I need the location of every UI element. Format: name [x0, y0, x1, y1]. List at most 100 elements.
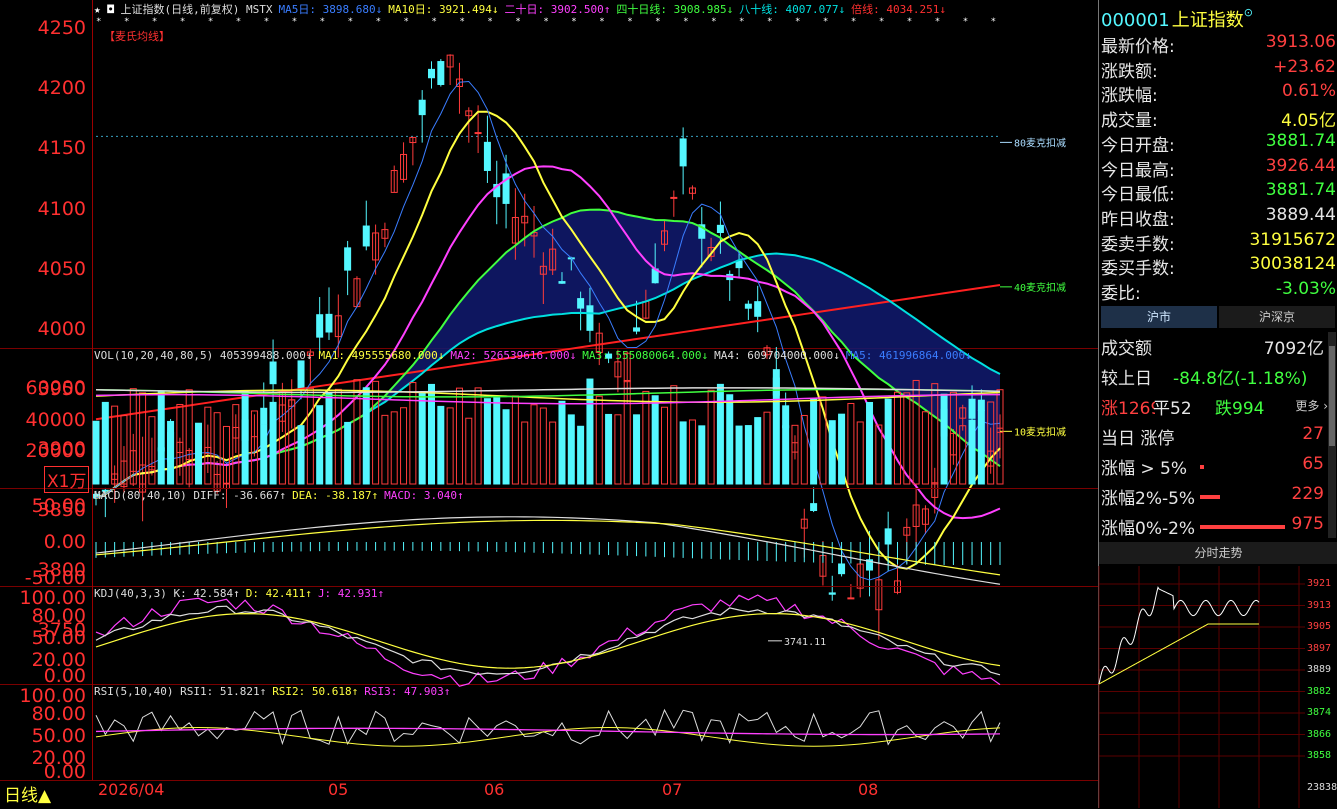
quote-label: 今日最低: [1101, 185, 1175, 206]
info-icon[interactable]: ⊙ [1244, 6, 1253, 19]
signal-star: * [320, 17, 325, 27]
advancers-count: 涨1269 [1101, 399, 1155, 419]
volume-bar [269, 401, 277, 485]
volume-bar [716, 383, 724, 485]
more-link[interactable]: 更多 › [1295, 397, 1328, 414]
volume-bar [334, 388, 342, 485]
volume-bar [437, 405, 445, 485]
candlestick-chart[interactable]: * * * * * * * * * * * * * * * * * * * * * * * * * * * * * * * * *3741.11… [0, 0, 1098, 648]
volume-bar [409, 382, 417, 485]
breadth-row: 涨幅2%-5% 229 [1099, 484, 1337, 512]
intraday-chart[interactable] [1098, 566, 1337, 808]
volume-bar [931, 383, 939, 485]
breadth-label: 涨幅 > 5% [1101, 459, 1188, 479]
month-label: 05 [328, 780, 349, 799]
quote-label: 最新价格: [1101, 37, 1175, 57]
volume-bar [288, 399, 296, 485]
volume-bar [744, 425, 752, 485]
volume-bar [698, 425, 706, 485]
kdj-j-line [95, 594, 1001, 687]
kdj-chart[interactable] [0, 586, 1098, 687]
signal-star: * [180, 17, 185, 27]
quote-row: 委买手数: 30038124 [1099, 254, 1337, 279]
scrollbar-thumb[interactable] [1329, 346, 1335, 446]
volume-bar [884, 398, 892, 485]
signal-star: * [879, 17, 884, 27]
volume-bar [297, 425, 305, 485]
macd-pane[interactable]: 50.00 0.00 -50.00 MACD(80,40,10) DIFF: -36… [0, 488, 1098, 589]
volume-bar [260, 424, 268, 485]
signal-star: * [543, 17, 548, 27]
volume-bar [977, 410, 985, 485]
volume-bar [605, 413, 613, 485]
candle-body [558, 281, 566, 284]
tab-sh-market[interactable]: 沪市 [1101, 306, 1217, 328]
volume-bar [782, 425, 790, 485]
volume-bar [940, 393, 948, 485]
quote-value: -3.03% [1275, 279, 1336, 299]
volume-bar [157, 390, 165, 485]
volume-bar [996, 389, 1004, 485]
kdj-k-line [95, 605, 1001, 676]
rsi-pane[interactable]: 100.00 80.00 50.00 20.00 0.00 RSI(5,10,40) R… [0, 684, 1098, 783]
intraday-chart-area[interactable]: 3921 3913 3905 3897 3889 3882 3874 3866 3858 2383… [1098, 566, 1337, 808]
quote-row: 成交量: 4.05亿 [1099, 106, 1337, 132]
volume-bar [949, 391, 957, 485]
volume-bar [362, 387, 370, 485]
volume-chart[interactable] [0, 348, 1098, 488]
x-axis-bar [0, 780, 1098, 809]
signal-star: * [963, 17, 968, 27]
volume-bar [511, 395, 519, 485]
intraday-title[interactable]: 分时走势 [1099, 542, 1337, 564]
breadth-value: 975 [1291, 514, 1324, 534]
scrollbar[interactable] [1328, 332, 1336, 538]
signal-star: * [739, 17, 744, 27]
rsi-chart[interactable] [0, 684, 1098, 780]
candle-body [716, 224, 724, 234]
quote-label: 涨跌幅: [1101, 86, 1158, 107]
volume-bar [502, 409, 510, 485]
intraday-volume-label: 23838 [1307, 782, 1337, 793]
quote-row: 涨跌幅: 0.61% [1099, 81, 1337, 107]
price-pane[interactable]: 4250 4200 4150 4100 4050 4000 3950 3900 3850 3800… [0, 0, 1098, 648]
volume-bar [921, 411, 929, 485]
turnover-value: 7092亿 [1263, 339, 1324, 359]
vol-ma4-line [95, 387, 1001, 394]
intraday-price-tick: 3866 [1307, 728, 1332, 740]
security-code: 000001 [1101, 10, 1170, 31]
quote-value: 4.05亿 [1281, 111, 1336, 132]
volume-bar [903, 392, 911, 485]
volume-bar [232, 404, 240, 485]
tab-sh-sz-bj[interactable]: 沪深京 [1219, 306, 1335, 328]
period-button[interactable]: 日线▲ [4, 781, 51, 806]
candle-body [754, 301, 762, 317]
volume-bar [819, 396, 827, 485]
quote-row: 最新价格: 3913.06 [1099, 32, 1337, 57]
candle-body [483, 141, 491, 171]
intraday-price-tick: 3858 [1307, 750, 1332, 761]
volume-bar [726, 394, 734, 485]
candle-body [670, 196, 678, 199]
quote-value: 0.61% [1281, 81, 1336, 102]
quote-row: 今日最低: 3881.74 [1099, 180, 1337, 206]
volume-bar [129, 388, 137, 485]
volume-pane[interactable]: 60000 40000 20000 VOL(10,20,40,80,5) 40539… [0, 348, 1098, 493]
security-title: 000001 上证指数⊙ [1101, 6, 1253, 32]
volume-bar [893, 391, 901, 485]
volume-bar [530, 404, 538, 485]
signal-star: * [124, 17, 129, 27]
volume-bar [549, 421, 557, 485]
signal-star: * [711, 17, 716, 27]
macd-chart[interactable] [0, 488, 1098, 586]
volume-bar [250, 410, 258, 485]
breadth-bar [1200, 495, 1220, 499]
volume-bar [465, 417, 473, 485]
candle-body [437, 61, 445, 85]
breadth-value: 65 [1302, 454, 1324, 474]
intraday-price-tick: 3897 [1307, 642, 1332, 654]
signal-star: * [571, 17, 576, 27]
kdj-pane[interactable]: 100.00 80.00 50.00 20.00 0.00 KDJ(40,3,3) K:… [0, 586, 1098, 687]
volume-bar [968, 419, 976, 485]
annotation-label: 80麦克扣减 [1014, 136, 1066, 149]
limit-up-value: 27 [1302, 424, 1324, 444]
